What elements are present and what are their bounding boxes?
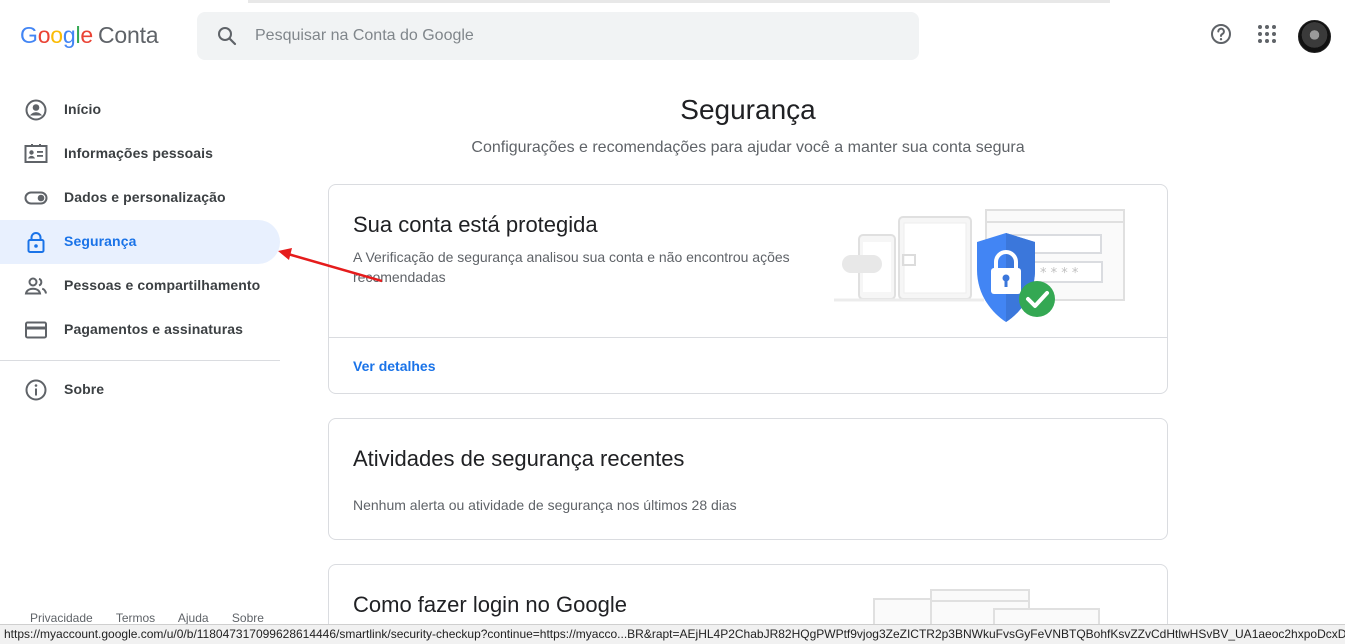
sidebar-item-sobre[interactable]: Sobre: [0, 368, 280, 412]
sidebar-item-informacoes-pessoais[interactable]: Informações pessoais: [0, 132, 280, 176]
sidebar-item-label: Informações pessoais: [64, 145, 214, 161]
apps-grid-icon: [1257, 24, 1277, 49]
help-button[interactable]: [1205, 20, 1237, 52]
logo-letter: e: [80, 22, 93, 48]
card-description: Nenhum alerta ou atividade de segurança …: [353, 497, 737, 513]
account-circle-icon: [24, 98, 48, 122]
sidebar-divider: [0, 360, 280, 361]
logo-letter: o: [50, 22, 63, 48]
avatar[interactable]: [1298, 20, 1331, 53]
sidebar-item-label: Dados e personalização: [64, 189, 226, 205]
toggle-icon: [24, 186, 48, 210]
security-checkup-card[interactable]: Sua conta está protegida A Verificação d…: [328, 184, 1168, 394]
card-title: Atividades de segurança recentes: [353, 446, 685, 471]
page-title: Segurança: [680, 94, 816, 125]
search-input[interactable]: [255, 12, 895, 60]
sidebar-item-pagamentos-assinaturas[interactable]: Pagamentos e assinaturas: [0, 308, 280, 352]
sidebar-item-label: Início: [64, 101, 102, 117]
protected-account-illustration: * * * *: [834, 205, 1144, 330]
info-icon: [24, 378, 48, 402]
lock-icon: [24, 230, 48, 254]
footer-link-sobre[interactable]: Sobre: [232, 611, 264, 625]
footer-link-privacidade[interactable]: Privacidade: [30, 611, 93, 625]
annotation-arrow: [278, 248, 383, 283]
sidebar-item-label: Pagamentos e assinaturas: [64, 321, 244, 337]
recent-security-activity-card[interactable]: Atividades de segurança recentes Nenhum …: [328, 418, 1168, 540]
sidebar-item-inicio[interactable]: Início: [0, 88, 280, 132]
header: Google Conta: [0, 0, 1345, 72]
logo-letter: g: [62, 22, 76, 48]
search-icon[interactable]: [215, 24, 239, 48]
footer-link-termos[interactable]: Termos: [116, 611, 155, 625]
card-description: A Verificação de segurança analisou sua …: [353, 249, 790, 285]
help-icon: [1209, 22, 1233, 51]
browser-status-bar: https://myaccount.google.com/u/0/b/11804…: [0, 624, 1345, 644]
card-divider: [329, 337, 1167, 338]
svg-text:* * * *: * * * *: [1040, 266, 1079, 281]
ver-detalhes-link[interactable]: Ver detalhes: [353, 358, 436, 374]
sidebar-item-dados-personalizacao[interactable]: Dados e personalização: [0, 176, 280, 220]
credit-card-icon: [24, 318, 48, 342]
footer-links: Privacidade Termos Ajuda Sobre: [30, 611, 284, 625]
sidebar-item-label: Pessoas e compartilhamento: [64, 277, 261, 293]
card-title: Como fazer login no Google: [353, 592, 627, 617]
page-subtitle: Configurações e recomendações para ajuda…: [471, 139, 1025, 156]
search-bar[interactable]: [197, 12, 919, 60]
logo-letter: G: [20, 22, 38, 48]
sidebar-item-pessoas-compartilhamento[interactable]: Pessoas e compartilhamento: [0, 264, 280, 308]
card-title: Sua conta está protegida: [353, 212, 598, 237]
apps-button[interactable]: [1251, 20, 1283, 52]
people-icon: [24, 274, 48, 298]
logo-suffix: Conta: [98, 22, 159, 48]
id-card-icon: [24, 142, 48, 166]
logo-letter: o: [37, 22, 51, 48]
sidebar-item-label: Sobre: [64, 381, 105, 397]
sidebar-item-seguranca[interactable]: Segurança: [0, 220, 280, 264]
footer-link-ajuda[interactable]: Ajuda: [178, 611, 209, 625]
sidebar-item-label: Segurança: [64, 233, 137, 249]
google-account-logo[interactable]: Google Conta: [20, 22, 159, 49]
